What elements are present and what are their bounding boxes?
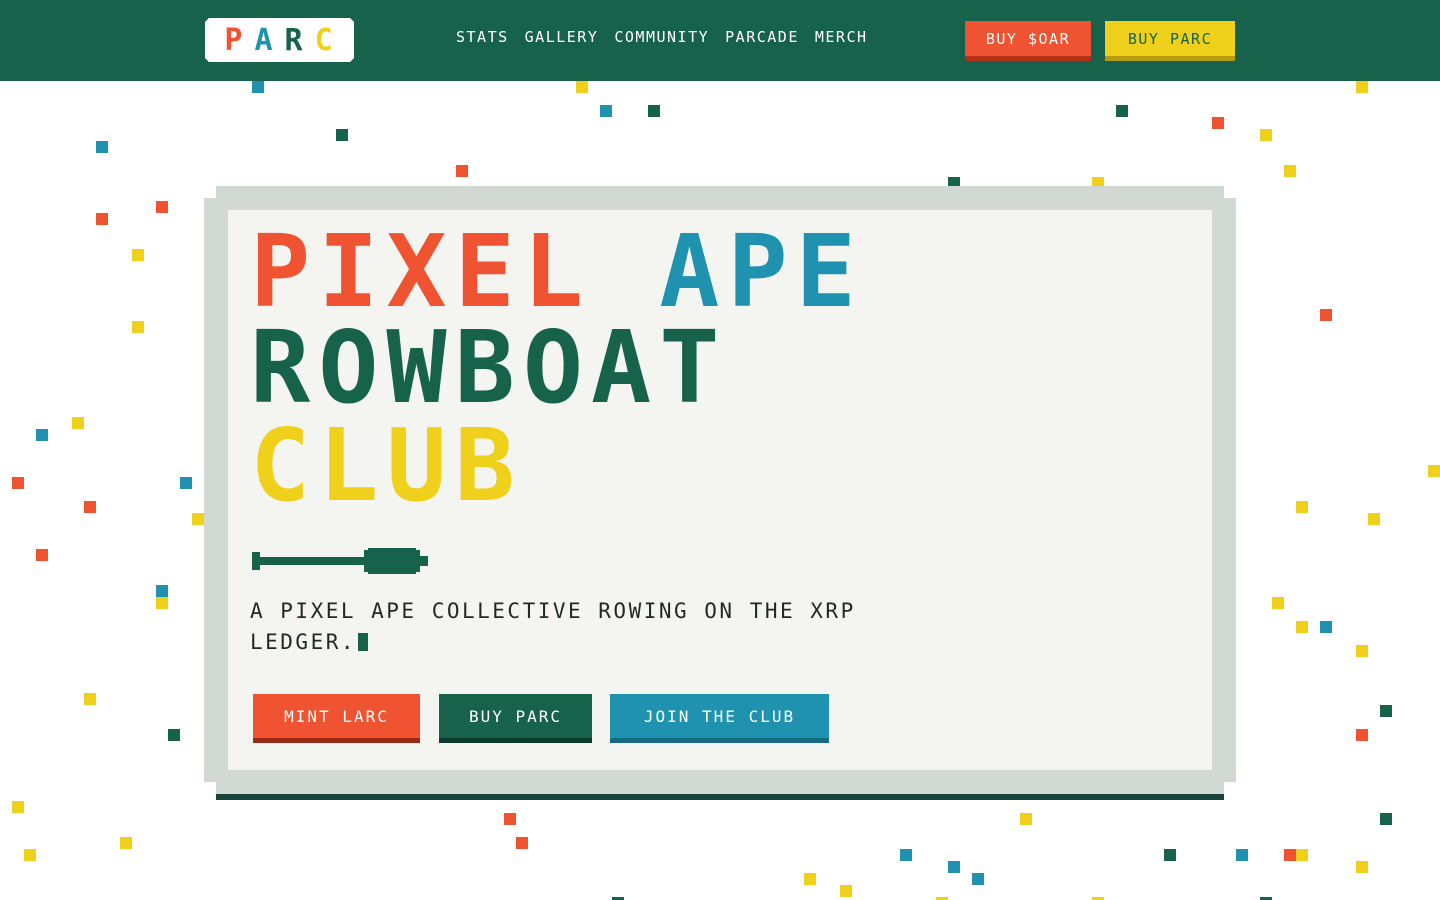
confetti-pixel — [84, 501, 96, 513]
confetti-pixel — [1296, 621, 1308, 633]
confetti-pixel — [1272, 597, 1284, 609]
hero-tagline: A PIXEL APE COLLECTIVE ROWING ON THE XRP… — [250, 596, 930, 658]
confetti-pixel — [1320, 621, 1332, 633]
confetti-pixel — [252, 81, 264, 93]
confetti-pixel — [180, 477, 192, 489]
confetti-pixel — [1368, 513, 1380, 525]
confetti-pixel — [1320, 309, 1332, 321]
hero-title-line-1: PIXEL APE — [250, 222, 864, 322]
hero-title-line-2: ROWBOAT — [250, 309, 728, 426]
confetti-pixel — [12, 801, 24, 813]
confetti-pixel — [516, 837, 528, 849]
confetti-pixel — [1296, 849, 1308, 861]
confetti-pixel — [192, 513, 204, 525]
confetti-pixel — [1116, 105, 1128, 117]
confetti-pixel — [1380, 813, 1392, 825]
confetti-pixel — [36, 549, 48, 561]
join-the-club-button[interactable]: JOIN THE CLUB — [610, 694, 829, 738]
nav-stats[interactable]: STATS — [456, 28, 509, 46]
confetti-pixel — [972, 873, 984, 885]
confetti-pixel — [1260, 129, 1272, 141]
hero-tagline-text: A PIXEL APE COLLECTIVE ROWING ON THE XRP… — [250, 599, 856, 654]
confetti-pixel — [72, 417, 84, 429]
confetti-pixel — [132, 249, 144, 261]
confetti-pixel — [900, 849, 912, 861]
confetti-pixel — [1236, 849, 1248, 861]
confetti-pixel — [600, 105, 612, 117]
mint-larc-button[interactable]: MINT LARC — [253, 694, 420, 738]
confetti-pixel — [1284, 165, 1296, 177]
logo-letter-a: A — [254, 22, 275, 58]
confetti-pixel — [1020, 813, 1032, 825]
oar-icon — [252, 548, 428, 574]
nav-community[interactable]: COMMUNITY — [614, 28, 709, 46]
confetti-pixel — [1164, 849, 1176, 861]
confetti-pixel — [1356, 81, 1368, 93]
confetti-pixel — [336, 129, 348, 141]
buy-parc-header-button[interactable]: BUY PARC — [1105, 21, 1235, 56]
blinking-cursor-icon — [358, 633, 369, 651]
confetti-pixel — [504, 813, 516, 825]
confetti-pixel — [1284, 849, 1296, 861]
confetti-pixel — [120, 837, 132, 849]
confetti-pixel — [1356, 861, 1368, 873]
logo-letter-r: R — [284, 22, 305, 58]
confetti-pixel — [1296, 501, 1308, 513]
confetti-pixel — [1428, 465, 1440, 477]
confetti-pixel — [840, 885, 852, 897]
confetti-pixel — [156, 597, 168, 609]
confetti-pixel — [96, 213, 108, 225]
logo-letter-p: P — [224, 22, 245, 58]
confetti-pixel — [1212, 117, 1224, 129]
parc-logo[interactable]: P A R C — [205, 18, 354, 62]
nav-parcade[interactable]: PARCADE — [725, 28, 799, 46]
confetti-pixel — [96, 141, 108, 153]
buy-oar-button[interactable]: BUY $OAR — [965, 21, 1091, 56]
confetti-pixel — [84, 693, 96, 705]
main-nav: STATS GALLERY COMMUNITY PARCADE MERCH — [456, 28, 868, 46]
confetti-pixel — [36, 429, 48, 441]
confetti-pixel — [132, 321, 144, 333]
confetti-pixel — [12, 477, 24, 489]
confetti-pixel — [1356, 645, 1368, 657]
hero-title-line-3: CLUB — [250, 407, 523, 524]
confetti-pixel — [156, 201, 168, 213]
nav-merch[interactable]: MERCH — [815, 28, 868, 46]
confetti-pixel — [156, 585, 168, 597]
confetti-pixel — [168, 729, 180, 741]
confetti-pixel — [948, 861, 960, 873]
confetti-pixel — [456, 165, 468, 177]
nav-gallery[interactable]: GALLERY — [525, 28, 599, 46]
logo-letter-c: C — [314, 22, 335, 58]
confetti-pixel — [804, 873, 816, 885]
buy-parc-button[interactable]: BUY PARC — [439, 694, 592, 738]
confetti-pixel — [24, 849, 36, 861]
confetti-pixel — [1356, 729, 1368, 741]
confetti-pixel — [1380, 705, 1392, 717]
confetti-pixel — [576, 81, 588, 93]
confetti-pixel — [648, 105, 660, 117]
